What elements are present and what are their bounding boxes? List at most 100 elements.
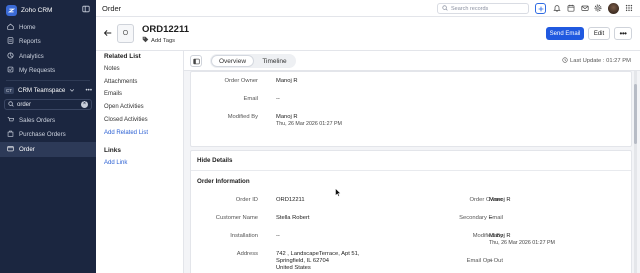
more-actions-button[interactable]: •••	[614, 27, 632, 40]
search-icon	[442, 4, 448, 13]
modified-by-value: Manoj R	[276, 114, 298, 120]
last-update-text: Last Update : 01:27 PM	[570, 58, 631, 64]
sidebar: Zoho CRM Home Reports Analytics My Reque…	[0, 0, 96, 273]
requests-icon	[7, 66, 14, 75]
zoho-logo-icon	[6, 4, 17, 16]
nav-item-analytics[interactable]: Analytics	[0, 49, 96, 64]
module-label: Purchase Orders	[19, 131, 66, 139]
reports-icon	[7, 37, 14, 46]
nav-item-my-requests[interactable]: My Requests	[0, 64, 96, 79]
related-item-notes[interactable]: Notes	[104, 66, 120, 72]
field-label: Order Owner	[224, 78, 258, 84]
order-icon	[7, 145, 14, 154]
mouse-cursor-icon	[335, 187, 342, 199]
add-link-link[interactable]: Add Link	[104, 160, 127, 166]
global-search-input[interactable]: Search records	[437, 3, 529, 14]
app-name: Zoho CRM	[21, 6, 53, 14]
module-label: Order	[19, 145, 35, 153]
module-search-value: order	[17, 101, 32, 108]
create-new-button[interactable]	[535, 3, 546, 14]
nav-label: My Requests	[19, 67, 56, 75]
analytics-icon	[7, 52, 14, 61]
field-label: Email	[243, 96, 259, 102]
modified-time-value: Thu, 26 Mar 2026 01:27 PM	[489, 240, 555, 246]
address-line-2[interactable]: Springfield, IL 62704	[276, 258, 329, 265]
order-id-value[interactable]: ORD12211	[276, 197, 305, 204]
scrollbar-thumb[interactable]	[634, 84, 637, 144]
mail-icon[interactable]	[581, 4, 589, 14]
installation-value[interactable]: --	[276, 233, 280, 240]
teamspace-name: CRM Teamspace	[18, 87, 66, 94]
related-item-closed-activities[interactable]: Closed Activities	[104, 117, 148, 123]
hide-details-toggle[interactable]: Hide Details	[197, 157, 232, 164]
edit-button[interactable]: Edit	[588, 27, 610, 40]
record-icon: O	[117, 24, 134, 43]
user-avatar[interactable]	[608, 3, 619, 14]
field-label: Secondary Email	[459, 215, 503, 221]
module-search-input[interactable]: order ×	[4, 99, 92, 110]
field-label: Modified By	[227, 114, 258, 120]
nav-item-reports[interactable]: Reports	[0, 35, 96, 50]
nav-label: Home	[19, 23, 36, 31]
module-list: Sales Orders Purchase Orders Order	[0, 113, 96, 157]
nav-item-home[interactable]: Home	[0, 20, 96, 35]
module-item-order[interactable]: Order	[0, 142, 96, 157]
sidebar-collapse-icon[interactable]	[82, 5, 90, 15]
customer-name-value[interactable]: Stella Robert	[276, 215, 310, 222]
field-label: Email Opt Out	[466, 258, 503, 264]
related-item-open-activities[interactable]: Open Activities	[104, 104, 144, 110]
last-update: Last Update : 01:27 PM	[562, 57, 631, 65]
tab-timeline[interactable]: Timeline	[254, 55, 295, 67]
address-line-1[interactable]: 742 , LandscapeTerrace, Apt 51,	[276, 251, 359, 258]
record-title: ORD12211	[142, 24, 190, 35]
brand[interactable]: Zoho CRM	[6, 4, 52, 16]
card-divider	[191, 170, 631, 171]
search-icon	[8, 100, 14, 109]
module-item-purchase-orders[interactable]: Purchase Orders	[0, 128, 96, 143]
module-title: Order	[102, 4, 122, 13]
add-tags-label: Add Tags	[151, 37, 176, 44]
view-tabs: Overview Timeline	[210, 54, 296, 68]
email-opt-out-value[interactable]: --	[489, 258, 493, 265]
secondary-email-value[interactable]: --	[489, 215, 493, 222]
main-nav: Home Reports Analytics My Requests	[0, 20, 96, 78]
field-label: Customer Name	[215, 215, 258, 221]
field-label: Address	[236, 251, 258, 257]
apps-grid-icon[interactable]	[625, 4, 633, 14]
top-bar: Order Search records	[96, 0, 640, 17]
tab-overview[interactable]: Overview	[211, 55, 254, 67]
tag-icon	[142, 36, 149, 45]
panel-toggle-button[interactable]	[190, 55, 202, 67]
address-line-3[interactable]: United States	[276, 265, 311, 272]
global-search-placeholder: Search records	[451, 5, 489, 12]
more-options-icon[interactable]: •••	[86, 87, 93, 94]
send-email-button[interactable]: Send Email	[546, 27, 584, 40]
field-label: Installation	[230, 233, 258, 239]
teamspace-selector[interactable]: CT CRM Teamspace •••	[4, 85, 92, 96]
order-owner-value[interactable]: Manoj R	[276, 78, 298, 85]
modified-by-value: Manoj R	[489, 233, 511, 239]
nav-label: Reports	[19, 38, 41, 46]
links-heading: Links	[104, 147, 121, 154]
sales-orders-icon	[7, 116, 15, 125]
sidebar-divider	[6, 80, 90, 81]
module-item-sales-orders[interactable]: Sales Orders	[0, 113, 96, 128]
section-heading: Order Information	[197, 178, 250, 185]
module-label: Sales Orders	[19, 116, 56, 124]
notifications-bell-icon[interactable]	[553, 4, 561, 14]
related-item-emails[interactable]: Emails	[104, 91, 122, 97]
field-label: Order ID	[235, 197, 258, 203]
clear-search-icon[interactable]: ×	[81, 101, 88, 108]
purchase-orders-icon	[7, 130, 14, 139]
detail-tabs-bar: Overview Timeline Last Update : 01:27 PM	[184, 51, 640, 71]
add-related-list-link[interactable]: Add Related List	[104, 130, 148, 136]
back-arrow-icon[interactable]	[103, 29, 112, 39]
settings-gear-icon[interactable]	[594, 4, 602, 14]
clock-icon	[562, 57, 568, 65]
nav-label: Analytics	[19, 52, 44, 60]
email-value[interactable]: --	[276, 96, 280, 103]
add-tags-button[interactable]: Add Tags	[142, 36, 175, 45]
related-item-attachments[interactable]: Attachments	[104, 79, 137, 85]
order-owner-value[interactable]: Manoj R	[489, 197, 511, 204]
calendar-icon[interactable]	[567, 4, 575, 14]
